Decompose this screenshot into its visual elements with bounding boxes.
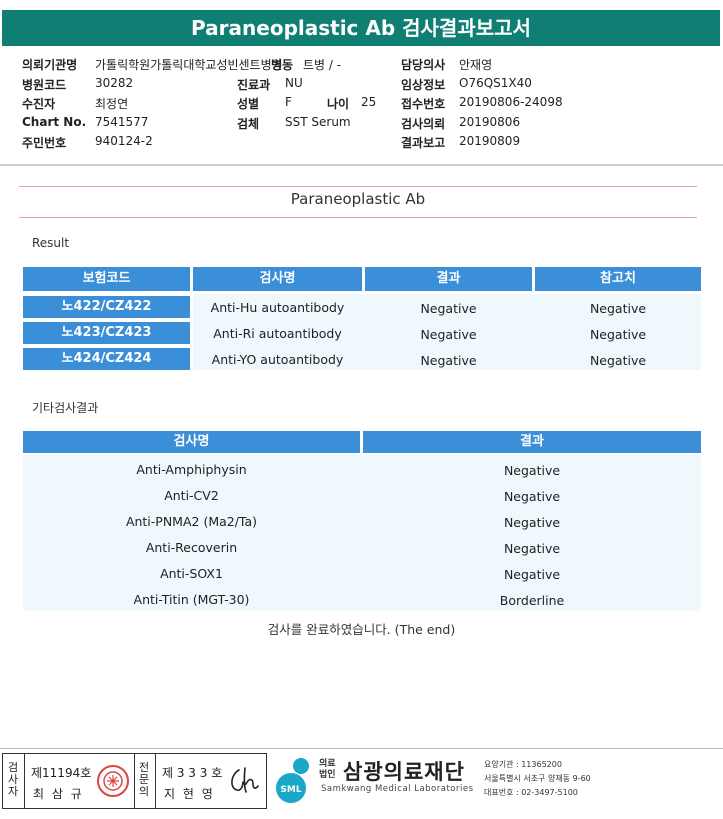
test-result: Negative <box>503 489 561 504</box>
code-label: 병원코드 <box>22 78 67 92</box>
report-value: 20190809 <box>459 134 521 148</box>
test-name: Anti-Amphiphysin <box>136 462 247 477</box>
test-result: Negative <box>503 515 561 530</box>
test-result: Negative <box>420 301 477 316</box>
test-result: Negative <box>503 541 561 556</box>
inspector-label: 검사자 <box>7 761 19 798</box>
insurance-code: 노423/CZ423 <box>23 322 190 344</box>
doctor-label: 담당의사 <box>401 58 446 72</box>
test-name: Anti-Hu autoantibody <box>210 300 345 315</box>
specialist-name: 지 현 영 <box>164 787 215 801</box>
dept-label: 진료과 <box>237 78 271 92</box>
reference-value: Negative <box>589 353 647 368</box>
signature-box: 검사자 제11194호 최 삼 규 전문의 제 3 3 3 호 지 현 영 <box>2 753 267 809</box>
header-result: 결과 <box>363 431 701 453</box>
id-label: 주민번호 <box>22 136 67 150</box>
table2-body-bg <box>23 455 701 611</box>
test-name: Anti-Titin (MGT-30) <box>133 592 250 607</box>
other-results-label: 기타검사결과 <box>32 401 99 415</box>
test-result: Negative <box>420 327 477 342</box>
inspector-name: 최 삼 규 <box>33 787 84 801</box>
report-label: 결과보고 <box>401 136 446 150</box>
test-result: Negative <box>503 567 561 582</box>
corp-name: 삼광의료재단 <box>343 760 465 784</box>
header-test-name: 검사명 <box>193 267 362 291</box>
ward-label: 병동 <box>271 58 294 72</box>
patient-value: 최정연 <box>95 97 129 111</box>
insurance-code: 노422/CZ422 <box>23 296 190 318</box>
test-name: Anti-PNMA2 (Ma2/Ta) <box>125 514 258 529</box>
header-reference: 참고치 <box>535 267 701 291</box>
specimen-value: SST Serum <box>285 115 351 129</box>
header-test-name: 검사명 <box>23 431 360 453</box>
specialist-label: 전문의 <box>138 761 150 798</box>
clinical-value: O76QS1X40 <box>459 76 532 90</box>
signature-icon <box>231 767 259 793</box>
request-value: 20190806 <box>459 115 521 129</box>
test-name: Anti-CV2 <box>164 488 219 503</box>
ward-value: 트병 / - <box>303 58 342 72</box>
dept-value: NU <box>285 76 303 90</box>
clinical-label: 임상정보 <box>401 78 446 92</box>
logo-text: SML <box>280 785 301 795</box>
result-label: Result <box>32 236 70 250</box>
patient-label: 수진자 <box>22 97 56 111</box>
address: 서울특별시 서초구 양재동 9-60 <box>484 774 591 783</box>
sex-value: F <box>285 95 292 109</box>
request-label: 검사의뢰 <box>401 117 446 131</box>
receipt-label: 접수번호 <box>401 97 446 111</box>
reference-value: Negative <box>589 301 647 316</box>
test-name: Anti-Recoverin <box>145 540 238 555</box>
test-name: Anti-YO autoantibody <box>211 352 344 367</box>
test-result: Negative <box>420 353 477 368</box>
specimen-label: 검체 <box>237 117 260 131</box>
sig-divider <box>134 754 135 808</box>
section-bottom-line <box>19 217 697 218</box>
test-name: Anti-Ri autoantibody <box>213 326 342 341</box>
age-label: 나이 <box>327 97 350 111</box>
sex-label: 성별 <box>237 97 260 111</box>
inspector-number: 제11194호 <box>31 766 92 780</box>
header-result: 결과 <box>365 267 532 291</box>
inspector-stamp-icon <box>97 765 129 797</box>
section-top-line <box>19 186 697 187</box>
section-title: Paraneoplastic Ab <box>290 190 426 208</box>
sml-logo-icon: SML <box>276 758 309 803</box>
end-message: 검사를 완료하였습니다. (The end) <box>267 622 456 637</box>
chart-value: 7541577 <box>95 115 149 129</box>
hospital-label: 의뢰기관명 <box>22 58 78 72</box>
corp-type: 의료 법인 <box>319 759 336 781</box>
phone-number: 대표번호 : 02-3497-5100 <box>484 788 578 797</box>
hospital-value: 가톨릭학원가톨릭대학교성빈센트병원 <box>95 58 283 72</box>
corp-english-name: Samkwang Medical Laboratories <box>321 784 474 794</box>
report-title: Paraneoplastic Ab 검사결과보고서 <box>2 10 720 46</box>
corp-small-2: 법인 <box>319 770 336 780</box>
age-value: 25 <box>361 95 377 109</box>
footer-divider <box>0 748 723 749</box>
header-divider <box>0 164 723 166</box>
test-name: Anti-SOX1 <box>160 566 223 581</box>
receipt-value: 20190806-24098 <box>459 95 563 109</box>
id-value: 940124-2 <box>95 134 153 148</box>
corp-small-1: 의료 <box>319 759 336 769</box>
chart-label: Chart No. <box>22 115 87 129</box>
sig-divider <box>24 754 25 808</box>
sig-divider <box>155 754 156 808</box>
insurance-code: 노424/CZ424 <box>23 348 190 370</box>
code-value: 30282 <box>95 76 134 90</box>
header-insurance-code: 보험코드 <box>23 267 190 291</box>
doctor-value: 안재영 <box>459 58 493 72</box>
reference-value: Negative <box>589 327 647 342</box>
institution-code: 요양기관 : 11365200 <box>484 760 562 769</box>
test-result: Borderline <box>499 593 565 608</box>
test-result: Negative <box>503 463 561 478</box>
specialist-number: 제 3 3 3 호 <box>162 766 223 780</box>
